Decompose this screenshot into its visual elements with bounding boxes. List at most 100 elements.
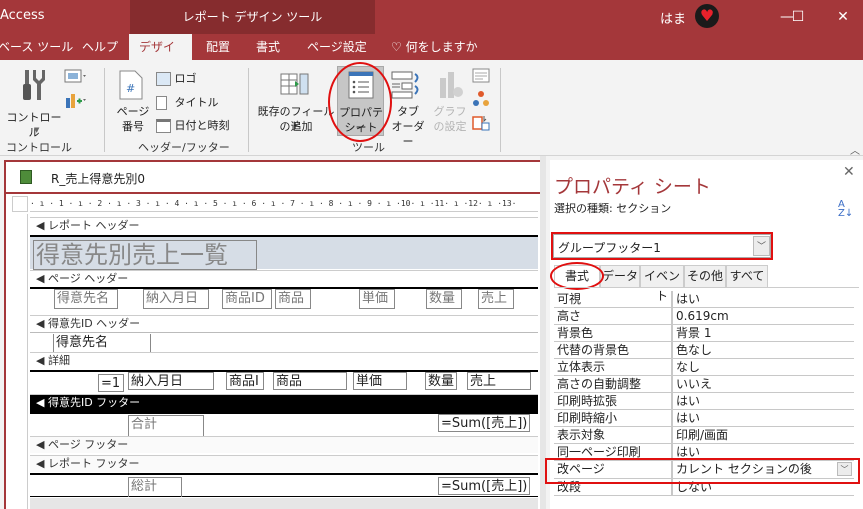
tab-database-tools[interactable]: ベース ツール	[0, 34, 83, 60]
document-tab[interactable]: R_売上得意先別0	[6, 162, 540, 194]
label-product-id[interactable]: 商品ID	[222, 289, 272, 309]
controls-button[interactable]: コントロール ▼	[6, 66, 62, 139]
close-button[interactable]: ✕	[828, 5, 858, 29]
prop-tab-all[interactable]: すべて	[726, 265, 768, 287]
label-sales[interactable]: 売上	[478, 289, 514, 309]
field-grand-total-expression[interactable]: =Sum([売上])	[438, 477, 530, 495]
field-quantity[interactable]: 数量	[425, 372, 457, 390]
property-name: 印刷時縮小	[554, 410, 673, 426]
label-delivery-date[interactable]: 納入月日	[143, 289, 209, 309]
section-body-page-header[interactable]: 得意先名 納入月日 商品ID 商品 単価 数量 売上	[30, 287, 538, 315]
field-delivery-date[interactable]: 納入月日	[128, 372, 214, 390]
property-value[interactable]: はい	[673, 291, 854, 307]
chevron-down-icon[interactable]: ﹀	[753, 236, 770, 256]
date-time-button[interactable]: 日付と時刻	[156, 117, 230, 133]
property-name: 表示対象	[554, 427, 673, 443]
page-number-button[interactable]: # ページ 番号	[114, 68, 152, 134]
label-product[interactable]: 商品	[275, 289, 311, 309]
property-row-special-effect[interactable]: 立体表示 なし	[554, 359, 854, 376]
add-fields-icon	[280, 73, 309, 95]
sort-az-icon[interactable]: A Z↓	[838, 200, 853, 219]
tab-arrange[interactable]: 配置	[196, 34, 240, 60]
property-row-alt-back-color[interactable]: 代替の背景色 色なし	[554, 342, 854, 359]
section-bar-report-footer[interactable]: ◀ レポート フッター	[30, 455, 538, 472]
chart-settings-button[interactable]: グラフ の設定	[432, 68, 468, 134]
section-bar-report-header[interactable]: ◀ レポート ヘッダー	[30, 217, 538, 234]
tab-help[interactable]: ヘルプ	[72, 34, 128, 60]
prop-tab-other[interactable]: その他	[684, 265, 726, 287]
logo-button[interactable]: ロゴ	[156, 70, 197, 86]
section-body-group-header[interactable]: 得意先名	[30, 332, 538, 353]
property-value[interactable]: 色なし	[673, 342, 854, 358]
label-unit-price[interactable]: 単価	[359, 289, 395, 309]
section-bar-page-footer[interactable]: ◀ ページ フッター	[30, 436, 538, 453]
section-body-report-header[interactable]: 得意先別売上一覧	[30, 235, 538, 270]
field-customer-name[interactable]: 得意先名	[53, 334, 151, 353]
property-value[interactable]: はい	[673, 410, 854, 426]
tab-page-setup[interactable]: ページ設定	[297, 34, 377, 60]
label-grand-total[interactable]: 総計	[128, 477, 182, 497]
subreport-button[interactable]	[472, 114, 490, 135]
view-code-button[interactable]	[472, 68, 490, 87]
field-sales[interactable]: 売上	[467, 372, 531, 390]
prop-tab-event[interactable]: イベント	[640, 265, 684, 303]
collapse-ribbon-icon[interactable]: ︿	[850, 142, 860, 157]
property-value[interactable]: 背景 1	[673, 325, 854, 341]
controls-label: コントロール	[6, 111, 62, 139]
app-name: Access	[0, 8, 45, 23]
property-row-display-when[interactable]: 表示対象 印刷/画面	[554, 427, 854, 444]
vertical-ruler[interactable]	[12, 214, 28, 509]
maximize-button[interactable]: ☐	[783, 5, 813, 29]
tab-format[interactable]: 書式	[246, 34, 290, 60]
prop-tab-data[interactable]: データ	[600, 265, 640, 287]
field-subtotal-expression[interactable]: =Sum([売上])	[438, 414, 530, 432]
property-name: 印刷時拡張	[554, 393, 673, 409]
property-row-height[interactable]: 高さ 0.619cm	[554, 308, 854, 325]
image-insert-button[interactable]	[64, 68, 86, 87]
section-body-detail[interactable]: =1 納入月日 商品I 商品 単価 数量 売上	[30, 370, 538, 394]
ruler-corner[interactable]	[12, 196, 28, 212]
label-subtotal[interactable]: 合計	[128, 415, 204, 437]
section-bar-detail[interactable]: ◀ 詳細	[30, 352, 538, 369]
property-value[interactable]: 0.619cm	[673, 308, 854, 324]
property-value[interactable]: いいえ	[673, 376, 854, 392]
user-name[interactable]: はま	[660, 8, 686, 27]
avatar[interactable]: ♥	[695, 4, 719, 28]
property-row-visible[interactable]: 可視 はい	[554, 291, 854, 308]
convert-macros-button[interactable]	[472, 90, 490, 111]
label-customer-name[interactable]: 得意先名	[54, 289, 118, 309]
property-row-can-grow[interactable]: 印刷時拡張 はい	[554, 393, 854, 410]
property-row-auto-height[interactable]: 高さの自動調整 いいえ	[554, 376, 854, 393]
report-title-label[interactable]: 得意先別売上一覧	[33, 240, 257, 270]
property-sheet-close-icon[interactable]: ✕	[843, 164, 855, 180]
add-existing-fields-button[interactable]: 既存のフィールド の追加	[253, 68, 335, 134]
group-separator	[500, 68, 501, 152]
section-label: レポート ヘッダー	[47, 219, 140, 232]
field-unit-price[interactable]: 単価	[353, 372, 407, 390]
section-body-report-footer[interactable]: 総計 =Sum([売上])	[30, 473, 538, 497]
chart-settings-label-1: グラフ	[433, 105, 467, 118]
section-bar-group-header[interactable]: ◀ 得意先ID ヘッダー	[30, 315, 538, 332]
field-product[interactable]: 商品	[273, 372, 347, 390]
property-row-back-color[interactable]: 背景色 背景 1	[554, 325, 854, 342]
tell-me-box[interactable]: ♡ 何をしますか	[381, 34, 488, 60]
tab-order-button[interactable]: タブ オーダー	[388, 68, 428, 148]
context-tool-title: レポート デザイン ツール	[130, 0, 375, 34]
insert-chart-button[interactable]	[64, 92, 86, 113]
field-row-number[interactable]: =1	[98, 374, 124, 392]
section-body-group-footer[interactable]: 合計 =Sum([売上])	[30, 412, 538, 437]
section-bar-group-footer[interactable]: ◀ 得意先ID フッター	[30, 394, 538, 412]
label-quantity[interactable]: 数量	[426, 289, 462, 309]
property-value[interactable]: なし	[673, 359, 854, 375]
section-bar-page-header[interactable]: ◀ ページ ヘッダー	[30, 270, 538, 287]
object-selector-dropdown[interactable]: グループフッター1	[553, 234, 771, 258]
property-value[interactable]: 印刷/画面	[673, 427, 854, 443]
property-name: 可視	[554, 291, 673, 307]
horizontal-ruler[interactable]: · ı · 1 · ı · 2 · ı · 3 · ı · 4 · ı · 5 …	[30, 196, 538, 212]
field-product-id[interactable]: 商品I	[226, 372, 264, 390]
property-row-can-shrink[interactable]: 印刷時縮小 はい	[554, 410, 854, 427]
tab-design[interactable]: デザイン	[129, 34, 192, 80]
property-value[interactable]: はい	[673, 393, 854, 409]
property-name: 高さの自動調整	[554, 376, 673, 392]
title-button[interactable]: タイトル	[156, 94, 219, 110]
